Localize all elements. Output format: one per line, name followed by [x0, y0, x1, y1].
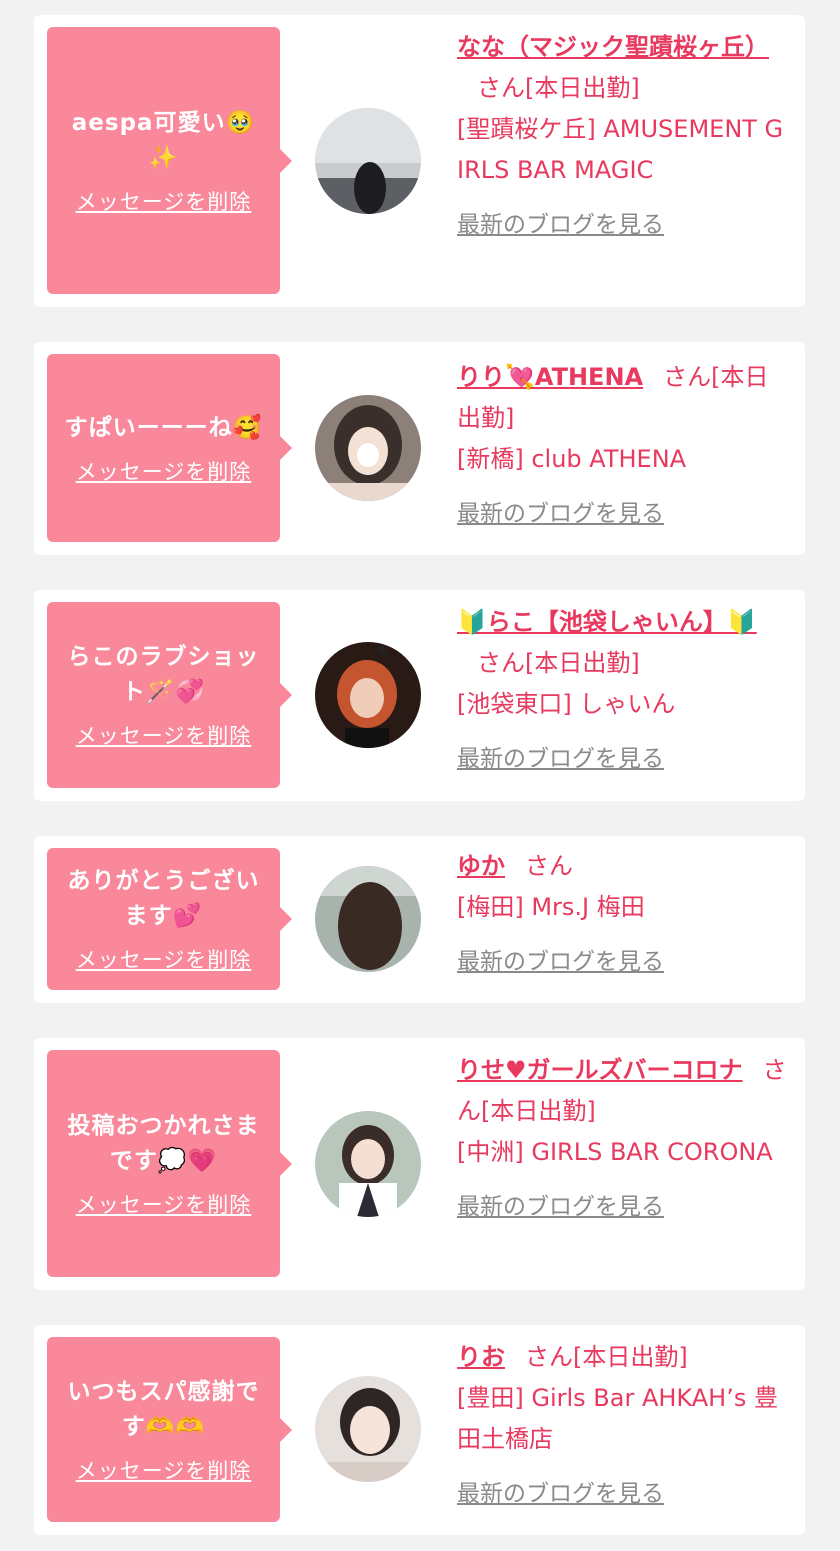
delete-message-link[interactable]: メッセージを削除 — [76, 1455, 252, 1485]
latest-blog-link[interactable]: 最新のブログを見る — [457, 1474, 787, 1515]
latest-blog-link[interactable]: 最新のブログを見る — [457, 1187, 787, 1228]
avatar[interactable] — [315, 642, 421, 748]
avatar[interactable] — [315, 1376, 421, 1482]
avatar[interactable] — [315, 395, 421, 501]
shop-text: [中洲] GIRLS BAR CORONA — [457, 1138, 773, 1166]
girl-name-link[interactable]: 🔰らこ【池袋しゃいん】🔰 — [457, 608, 757, 636]
san-label: さん — [525, 852, 573, 880]
status-text: [本日出勤] — [573, 1343, 688, 1371]
shop-text: [聖蹟桜ケ丘] AMUSEMENT GIRLS BAR MAGIC — [457, 115, 784, 184]
message-bubble: らこのラブショット🪄💞 メッセージを削除 — [47, 602, 292, 788]
latest-blog-link[interactable]: 最新のブログを見る — [457, 942, 787, 983]
avatar[interactable] — [315, 108, 421, 214]
delete-message-link[interactable]: メッセージを削除 — [76, 944, 252, 974]
message-bubble: ありがとうございます💕 メッセージを削除 — [47, 848, 292, 990]
latest-blog-link[interactable]: 最新のブログを見る — [457, 205, 787, 246]
shop-text: [池袋東口] しゃいん — [457, 690, 676, 718]
message-text: ありがとうございます💕 — [67, 868, 260, 929]
girl-name-link[interactable]: りり💘ATHENA — [457, 363, 643, 391]
message-text: いつもスパ感謝です🫶🫶 — [67, 1378, 260, 1440]
message-bubble: aespa可愛い🥹✨ メッセージを削除 — [47, 27, 292, 294]
shop-text: [新橋] club ATHENA — [457, 445, 687, 473]
san-label: さん — [525, 1343, 573, 1371]
status-text: [本日出勤] — [525, 74, 640, 102]
delete-message-link[interactable]: メッセージを削除 — [76, 720, 252, 750]
message-text: aespa可愛い🥹✨ — [71, 109, 256, 171]
latest-blog-link[interactable]: 最新のブログを見る — [457, 494, 787, 535]
status-text: [本日出勤] — [481, 1097, 596, 1125]
shop-text: [梅田] Mrs.J 梅田 — [457, 893, 645, 921]
girl-info: ゆか さん [梅田] Mrs.J 梅田 最新のブログを見る — [457, 846, 787, 983]
girl-name-link[interactable]: りせ♥ガールズバーコロナ — [457, 1056, 743, 1084]
latest-blog-link[interactable]: 最新のブログを見る — [457, 739, 787, 780]
message-card: 投稿おつかれさまです💭💗 メッセージを削除 りせ♥ガールズバーコロナ さん[本日出… — [34, 1038, 805, 1290]
girl-name-link[interactable]: ゆか — [457, 852, 505, 880]
message-bubble: 投稿おつかれさまです💭💗 メッセージを削除 — [47, 1050, 292, 1277]
delete-message-link[interactable]: メッセージを削除 — [76, 186, 252, 216]
delete-message-link[interactable]: メッセージを削除 — [76, 1189, 252, 1219]
girl-info: なな（マジック聖蹟桜ヶ丘） さん[本日出勤] [聖蹟桜ケ丘] AMUSEMENT … — [457, 27, 787, 246]
girl-info: 🔰らこ【池袋しゃいん】🔰 さん[本日出勤] [池袋東口] しゃいん 最新のブログを… — [457, 602, 787, 780]
girl-name-link[interactable]: なな（マジック聖蹟桜ヶ丘） — [457, 33, 769, 61]
status-text: [本日出勤] — [525, 649, 640, 677]
delete-message-link[interactable]: メッセージを削除 — [76, 456, 252, 486]
girl-info: りお さん[本日出勤] [豊田] Girls Bar AHKAH’s 豊田土橋店 … — [457, 1337, 787, 1515]
san-label: さん — [477, 74, 525, 102]
san-label: さん — [663, 363, 712, 391]
girl-info: りり💘ATHENA さん[本日出勤] [新橋] club ATHENA 最新のブロ… — [457, 357, 787, 535]
girl-info: りせ♥ガールズバーコロナ さん[本日出勤] [中洲] GIRLS BAR CORO… — [457, 1050, 787, 1228]
girl-name-link[interactable]: りお — [457, 1343, 505, 1371]
message-text: らこのラブショット🪄💞 — [67, 644, 260, 705]
message-bubble: いつもスパ感謝です🫶🫶 メッセージを削除 — [47, 1337, 292, 1522]
shop-text: [豊田] Girls Bar AHKAH’s 豊田土橋店 — [457, 1384, 778, 1453]
message-card: すぱいーーーね🥰 メッセージを削除 りり💘ATHENA さん[本日出勤] [新橋]… — [34, 342, 805, 555]
san-label: さん — [477, 649, 525, 677]
message-card: aespa可愛い🥹✨ メッセージを削除 なな（マジック聖蹟桜ヶ丘） さん[本日出勤… — [34, 15, 805, 307]
message-text: すぱいーーーね🥰 — [64, 414, 263, 441]
avatar[interactable] — [315, 866, 421, 972]
message-bubble: すぱいーーーね🥰 メッセージを削除 — [47, 354, 292, 542]
message-card: ありがとうございます💕 メッセージを削除 ゆか さん [梅田] Mrs.J 梅田 … — [34, 836, 805, 1003]
message-text: 投稿おつかれさまです💭💗 — [67, 1112, 260, 1174]
avatar[interactable] — [315, 1111, 421, 1217]
message-card: いつもスパ感謝です🫶🫶 メッセージを削除 りお さん[本日出勤] [豊田] Gir… — [34, 1325, 805, 1535]
message-card: らこのラブショット🪄💞 メッセージを削除 🔰らこ【池袋しゃいん】🔰 さん[本日出勤… — [34, 590, 805, 801]
